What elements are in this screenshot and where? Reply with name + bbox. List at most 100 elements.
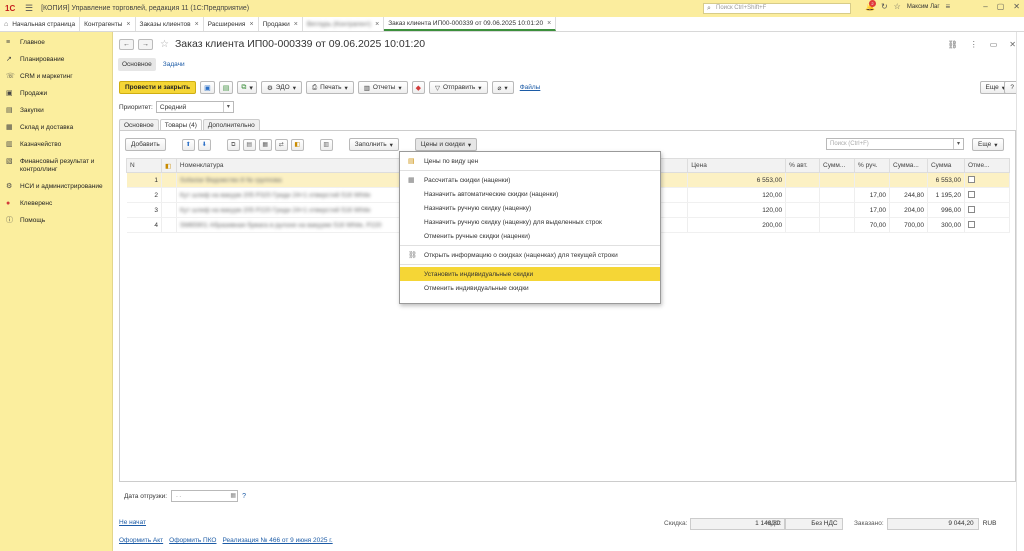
column-header[interactable]: Цена	[687, 158, 787, 173]
column-header[interactable]: N	[126, 158, 162, 173]
shipment-date-field[interactable]: . . ▦	[171, 490, 239, 502]
close-tab-icon[interactable]: ×	[547, 20, 551, 27]
cancel-checkbox[interactable]	[967, 206, 975, 214]
sidebar-item-crm[interactable]: ☏ CRM и маркетинг	[0, 70, 112, 84]
column-header-pic[interactable]: ◧	[160, 158, 177, 173]
sidebar-item-cleverence[interactable]: ● Клеверенс	[0, 197, 112, 211]
goods-more-button[interactable]: Еще ▾	[972, 138, 1004, 151]
menu-item-prices-by-type[interactable]: ▤ Цены по виду цен	[400, 154, 660, 168]
close-tab-icon[interactable]: ×	[294, 21, 298, 28]
forward-button[interactable]: →	[138, 38, 153, 50]
barcode-button[interactable]: ▥	[319, 138, 333, 151]
paste-rows-button[interactable]: ▦	[258, 138, 272, 151]
form-tab-main[interactable]: Основное	[118, 58, 156, 71]
column-header[interactable]: Отме...	[963, 158, 1011, 173]
notifications-bell-icon[interactable]: 🔔2	[865, 0, 876, 11]
post-button[interactable]: ▤	[218, 81, 234, 94]
calendar-icon[interactable]: ▦	[230, 491, 236, 501]
pick-goods-button[interactable]: ◧	[290, 138, 304, 151]
settings-menu-icon[interactable]: ≡	[946, 2, 951, 11]
close-form-icon[interactable]: ✕	[1009, 40, 1016, 49]
sidebar-item-sales[interactable]: ▣ Продажи	[0, 87, 112, 101]
save-button[interactable]: ▣	[200, 81, 215, 94]
menu-item-auto-discounts[interactable]: Назначить автоматические скидки (наценки…	[400, 187, 660, 201]
send-button[interactable]: ▽ Отправить ▾	[429, 81, 488, 94]
sale-document-link[interactable]: Реализация № 466 от 9 июня 2025 г.	[223, 537, 333, 544]
form-tab-tasks[interactable]: Задачи	[159, 58, 189, 71]
sidebar-item-help[interactable]: ⓘ Помощь	[0, 214, 112, 228]
favorite-star-icon[interactable]: ☆	[160, 39, 169, 50]
chevron-down-icon[interactable]: ▾	[953, 139, 963, 149]
close-tab-icon[interactable]: ×	[375, 21, 379, 28]
reports-button[interactable]: ▥ Отчеты ▾	[357, 81, 408, 94]
minimize-icon[interactable]: –	[983, 2, 987, 11]
history-icon[interactable]: ↻	[881, 2, 888, 11]
menu-item-calc-discounts[interactable]: ▦ Рассчитать скидки (наценки)	[400, 173, 660, 187]
menu-item-discount-info[interactable]: ⛓ Открыть информацию о скидках (наценках)…	[400, 248, 660, 262]
copy-rows-button[interactable]: ▤	[242, 138, 256, 151]
attachments-button[interactable]: ⌀ ▾	[491, 81, 514, 94]
sidebar-item-main[interactable]: ≡ Главное	[0, 36, 112, 50]
post-and-close-button[interactable]: Провести и закрыть	[119, 81, 197, 94]
order-status-link[interactable]: Не начат	[119, 519, 146, 526]
files-link[interactable]: Файлы	[520, 84, 541, 91]
cleverence-button[interactable]: ◆	[411, 81, 425, 94]
close-window-icon[interactable]: ✕	[1013, 2, 1020, 11]
fill-button[interactable]: Заполнить ▾	[348, 138, 399, 151]
sidebar-item-purchases[interactable]: ▤ Закупки	[0, 104, 112, 118]
chevron-down-icon[interactable]: ▾	[222, 102, 233, 112]
back-button[interactable]: ←	[119, 38, 134, 50]
column-header[interactable]: Сумма	[926, 158, 965, 173]
menu-item-set-individual-discounts[interactable]: Установить индивидуальные скидки	[400, 267, 660, 281]
menu-item-manual-discount-selected[interactable]: Назначить ручную скидку (наценку) для вы…	[400, 215, 660, 229]
sidebar-item-treasury[interactable]: ▥ Казначейство	[0, 138, 112, 152]
favorites-star-icon[interactable]: ☆	[894, 2, 901, 11]
global-search-input[interactable]: ⌕ Поиск Ctrl+Shift+F	[703, 3, 851, 14]
create-based-on-button[interactable]: ⧉ ▾	[237, 81, 257, 94]
menu-item-cancel-individual-discounts[interactable]: Отменить индивидуальные скидки	[400, 281, 660, 295]
cancel-checkbox[interactable]	[967, 191, 975, 199]
close-tab-icon[interactable]: ×	[195, 21, 199, 28]
menu-item-cancel-manual[interactable]: Отменить ручные скидки (наценки)	[400, 229, 660, 243]
menu-item-manual-discount[interactable]: Назначить ручную скидку (наценку)	[400, 201, 660, 215]
print-button[interactable]: ⎙ Печать ▾	[305, 81, 354, 94]
sidebar-item-warehouse[interactable]: ▦ Склад и доставка	[0, 121, 112, 135]
select-goods-button[interactable]: ⇄	[274, 138, 288, 151]
tab-counterparty-card[interactable]: Ветлурь (Контрагент) ×	[303, 17, 385, 31]
close-tab-icon[interactable]: ×	[126, 21, 130, 28]
tab-sales[interactable]: Продажи ×	[259, 17, 303, 31]
add-row-button[interactable]: Добавить	[125, 138, 166, 151]
goods-search-input[interactable]: Поиск (Ctrl+F) ▾	[826, 138, 964, 150]
prices-discounts-button[interactable]: Цены и скидки ▾	[414, 138, 478, 151]
column-header[interactable]: % авт.	[785, 158, 821, 173]
tab-counterparties[interactable]: Контрагенты ×	[80, 17, 136, 31]
maximize-icon[interactable]: ▢	[997, 2, 1005, 11]
create-act-link[interactable]: Оформить Акт	[119, 537, 163, 544]
priority-select[interactable]: Средний ▾	[155, 101, 234, 113]
cancel-checkbox[interactable]	[967, 176, 975, 184]
tab-client-order[interactable]: Заказ клиента ИП00-000339 от 09.06.2025 …	[384, 17, 557, 31]
column-header[interactable]: Сумм...	[819, 158, 856, 173]
close-tab-icon[interactable]: ×	[249, 21, 253, 28]
link-icon[interactable]: ⛓	[948, 40, 958, 49]
edo-button[interactable]: ⚙ ЭДО ▾	[260, 81, 302, 94]
column-header[interactable]: % руч.	[854, 158, 890, 173]
create-pko-link[interactable]: Оформить ПКО	[169, 537, 216, 544]
maximize-form-icon[interactable]: ▭	[990, 40, 998, 49]
column-header[interactable]: Сумма...	[889, 158, 928, 173]
sidebar-item-finance[interactable]: ▧ Финансовый результат и контроллинг	[0, 155, 112, 177]
tab-extensions[interactable]: Расширения ×	[204, 17, 259, 31]
tab-home[interactable]: ⌂ Начальная страница	[0, 17, 81, 31]
move-up-button[interactable]: ⬆	[181, 138, 195, 151]
user-name[interactable]: Максим Лаг	[907, 4, 940, 10]
sidebar-item-nsi[interactable]: ⚙ НСИ и администрирование	[0, 180, 112, 194]
sidebar-item-planning[interactable]: ↗ Планирование	[0, 53, 112, 67]
copy-row-button[interactable]: ⧉	[226, 138, 240, 151]
tab-client-orders[interactable]: Заказы клиентов ×	[136, 17, 204, 31]
cancel-checkbox[interactable]	[967, 221, 975, 229]
settings-icon: ⚙	[6, 183, 13, 190]
more-vertical-icon[interactable]: ⋮	[970, 40, 978, 49]
shipment-help-icon[interactable]: ?	[242, 493, 246, 500]
main-menu-icon[interactable]: ☰	[25, 3, 33, 14]
move-down-button[interactable]: ⬇	[197, 138, 211, 151]
